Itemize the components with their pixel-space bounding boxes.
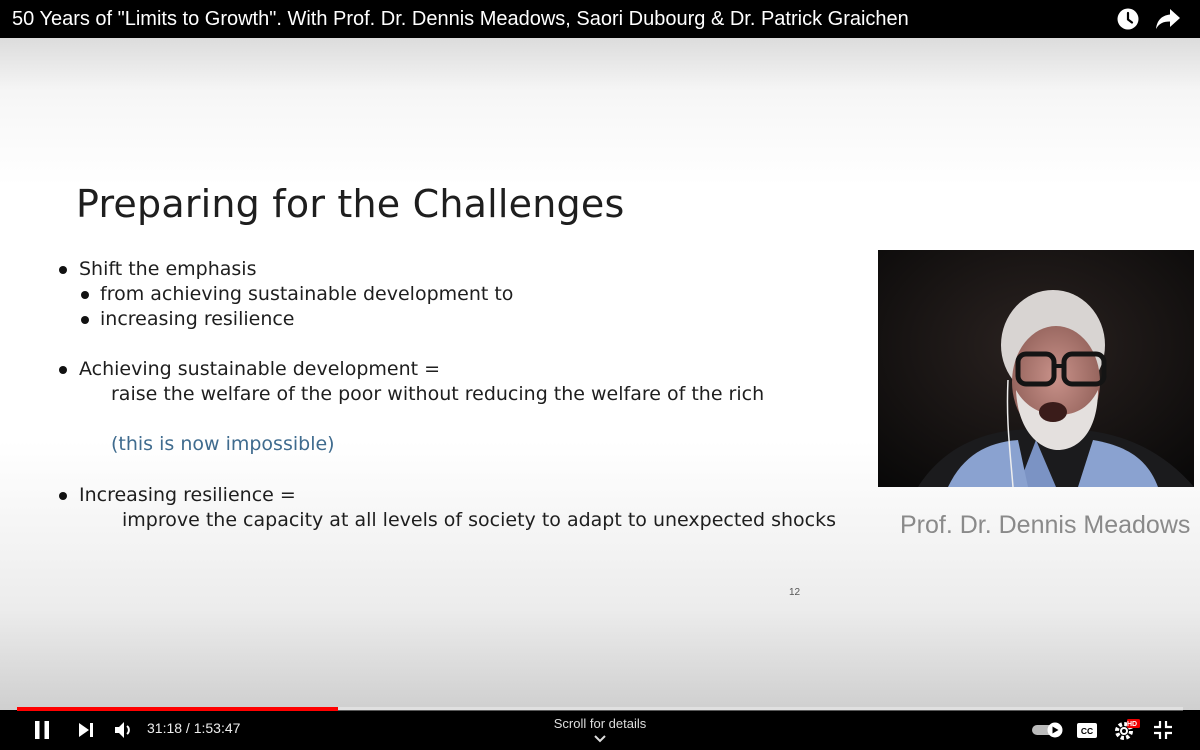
- scroll-hint-label: Scroll for details: [553, 716, 647, 731]
- speaker-name-caption: Prof. Dr. Dennis Meadows: [900, 511, 1191, 539]
- video-title[interactable]: 50 Years of "Limits to Growth". With Pro…: [12, 0, 1108, 38]
- speaker-video-frame: [878, 250, 1194, 487]
- slide-page-number: 12: [789, 587, 801, 598]
- bullet-text: from achieving sustainable development t…: [100, 283, 514, 305]
- share-icon[interactable]: [1148, 0, 1188, 38]
- autoplay-toggle[interactable]: [1030, 710, 1066, 750]
- bullet-text: raise the welfare of the poor without re…: [111, 383, 765, 405]
- watch-later-icon[interactable]: [1108, 0, 1148, 38]
- slide-title: Preparing for the Challenges: [76, 182, 625, 226]
- captions-icon: CC: [1077, 722, 1097, 738]
- svg-text:CC: CC: [1081, 726, 1093, 736]
- exit-fullscreen-button[interactable]: [1150, 710, 1176, 750]
- bullet-dot: [81, 316, 89, 324]
- bullet-text: Shift the emphasis: [79, 258, 257, 280]
- volume-button[interactable]: [110, 710, 138, 750]
- exit-fullscreen-icon: [1154, 721, 1172, 739]
- pause-button[interactable]: [28, 710, 56, 750]
- hd-badge: HD: [1127, 721, 1138, 728]
- next-button[interactable]: [72, 710, 100, 750]
- video-title-bar: 50 Years of "Limits to Growth". With Pro…: [0, 0, 1200, 38]
- bullet-dot: [81, 291, 89, 299]
- progress-bar[interactable]: [17, 707, 1183, 711]
- scroll-for-details[interactable]: Scroll for details: [530, 716, 670, 746]
- chevron-down-icon: [594, 735, 606, 743]
- bullet-dot: [59, 366, 67, 374]
- bullet-text: improve the capacity at all levels of so…: [122, 509, 836, 531]
- progress-bar-fill: [17, 707, 338, 711]
- slide-note: (this is now impossible): [111, 433, 335, 455]
- pause-icon: [35, 721, 49, 739]
- volume-icon: [115, 722, 130, 738]
- bullet-text: Increasing resilience =: [79, 484, 296, 506]
- speaker-webcam: [878, 250, 1194, 487]
- next-icon: [79, 723, 93, 737]
- bullet-text: Achieving sustainable development =: [79, 358, 441, 380]
- time-display: 31:18 / 1:53:47: [147, 720, 241, 736]
- bullet-dot: [59, 492, 67, 500]
- bullet-text: increasing resilience: [100, 308, 295, 330]
- video-player[interactable]: Preparing for the Challenges Shift the e…: [0, 0, 1200, 750]
- bullet-dot: [59, 266, 67, 274]
- settings-button[interactable]: HD: [1113, 710, 1141, 750]
- captions-button[interactable]: CC: [1074, 710, 1100, 750]
